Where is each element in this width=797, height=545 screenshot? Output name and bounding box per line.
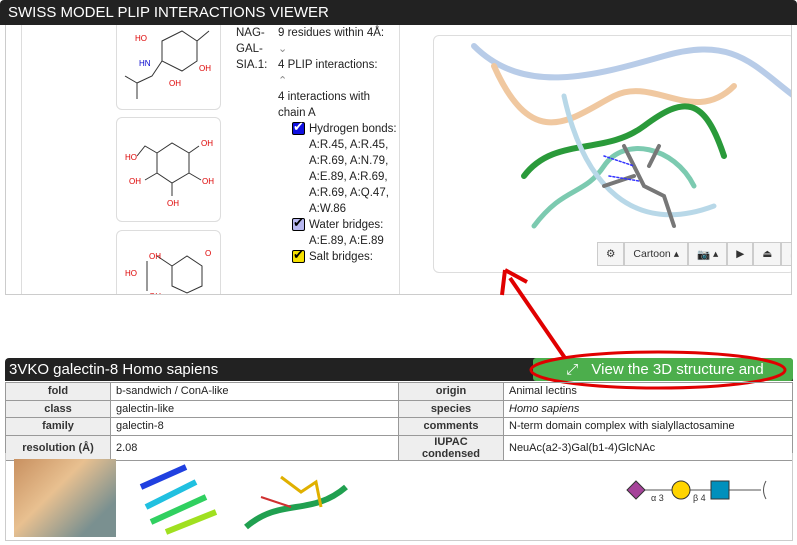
entry-title: 3VKO galectin-8 Homo sapiens — [9, 361, 219, 378]
cell-value: N-term domain complex with sialyllactosa… — [503, 417, 793, 436]
glcnac-square-icon — [710, 480, 730, 500]
cell-value: galectin-8 — [110, 417, 399, 436]
table-row: class galectin-like species Homo sapiens — [5, 399, 793, 418]
red-arrow — [508, 276, 567, 360]
cell-value: b-sandwich / ConA-like — [110, 382, 399, 401]
protein-cartoon-image[interactable] — [126, 457, 226, 539]
cell-label: class — [5, 399, 111, 418]
cell-label: family — [5, 417, 111, 436]
linkage-label: α 3 — [651, 493, 664, 503]
table-row: family galectin-8 comments N-term domain co… — [5, 417, 793, 436]
linkage-label: β 4 — [693, 493, 706, 503]
neuac-diamond-icon — [626, 480, 646, 500]
cell-value: galectin-like — [110, 399, 399, 418]
gal-circle-icon — [671, 480, 691, 500]
binding-site-image[interactable] — [241, 457, 351, 539]
cell-value: Homo sapiens — [503, 399, 793, 418]
cell-label: origin — [398, 382, 504, 401]
glycan-symbol: α 3 β 4 — [626, 480, 767, 503]
table-row: fold b-sandwich / ConA-like origin Animal l… — [5, 382, 793, 401]
entry-info-table: fold b-sandwich / ConA-like origin Animal l… — [5, 382, 793, 461]
cell-label: fold — [5, 382, 111, 401]
cell-label: species — [398, 399, 504, 418]
entry-images: α 3 β 4 — [5, 453, 793, 541]
cell-label: comments — [398, 417, 504, 436]
species-image[interactable] — [14, 459, 116, 537]
cell-value: Animal lectins — [503, 382, 793, 401]
